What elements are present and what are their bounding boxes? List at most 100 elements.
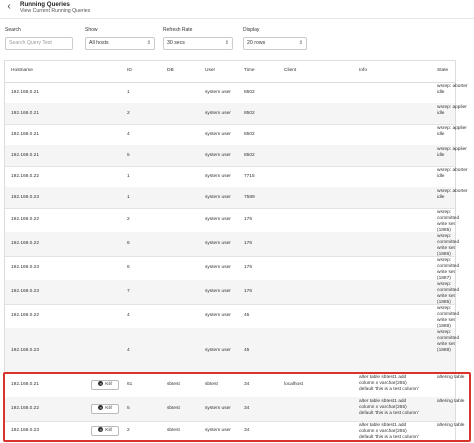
cell-id: 4 — [127, 313, 130, 318]
search-label: Search — [5, 27, 21, 33]
cell-time: 176 — [244, 289, 253, 294]
cell-time: 176 — [244, 217, 253, 222]
filter-bar: Search Search Query Text Show All hosts … — [0, 27, 474, 55]
table-row: 192.168.0.23 1 system user 7589 wsrep: abort… — [5, 187, 468, 209]
col-hostname: Hostname — [11, 68, 33, 73]
cell-user: system user — [205, 131, 231, 137]
cell-hostname: 192.168.0.21 — [11, 152, 40, 158]
refresh-label: Refresh Rate — [163, 27, 193, 33]
table-row: 192.168.0.23 7 system user 176 wsrep: commit… — [5, 280, 459, 305]
col-state: State — [437, 68, 449, 73]
table-row: 192.168.0.21 4 system user 8502 wsrep: appli… — [5, 124, 467, 146]
table-row: 192.168.0.22 2 system user 176 wsrep: commit… — [5, 208, 459, 233]
cell-state: wsrep: applier idle — [437, 147, 467, 158]
display-select-value: 20 rows — [247, 40, 266, 46]
cell-user: system user — [205, 241, 231, 246]
cell-time: 8502 — [244, 110, 255, 116]
table-row: 192.168.0.21 2 system user 8502 wsrep: appli… — [5, 103, 467, 125]
cell-user: system user — [205, 152, 231, 158]
page-subtitle: View Current Running Queries — [20, 8, 91, 14]
cell-time: 176 — [244, 241, 253, 246]
cell-id: 1 — [127, 194, 130, 200]
cell-state: wsrep: committed write set (1888) — [437, 306, 460, 329]
cell-hostname: 192.168.0.22 — [11, 241, 40, 246]
cell-user: system user — [205, 110, 231, 116]
cell-id: 5 — [127, 152, 130, 158]
cell-id: 1 — [127, 89, 130, 95]
cell-state: wsrep: committed write set (1886) — [437, 234, 460, 257]
cell-time: 176 — [244, 265, 253, 270]
cell-hostname: 192.168.0.23 — [11, 289, 40, 294]
show-select[interactable]: All hosts ⇕ — [85, 37, 155, 50]
cell-user: system user — [205, 313, 231, 318]
table-row: 192.168.0.23 4 system user 45 wsrep: committ… — [5, 328, 459, 374]
cell-user: system user — [205, 289, 231, 294]
cell-hostname: 192.168.0.21 — [11, 110, 40, 116]
cell-time: 8502 — [244, 89, 255, 95]
cell-state: wsrep: committed write set (1885) — [437, 210, 460, 233]
page-title: Running Queries — [20, 1, 70, 8]
col-time: Time — [244, 68, 255, 73]
col-db: DB — [167, 68, 174, 73]
cell-hostname: 192.168.0.22 — [11, 173, 40, 179]
cell-state: wsrep: applier idle — [437, 105, 467, 116]
show-select-value: All hosts — [89, 40, 109, 46]
cell-time: 8502 — [244, 131, 255, 137]
cell-state: wsrep: committed write set (1887) — [437, 258, 460, 281]
highlight-box — [3, 372, 471, 442]
cell-time: 7715 — [244, 173, 255, 179]
cell-user: system user — [205, 173, 231, 179]
table-row: 192.168.0.22 4 system user 45 wsrep: committ… — [5, 304, 459, 329]
arrow-left-icon[interactable]: ‹ — [4, 2, 14, 12]
cell-user: system user — [205, 217, 231, 222]
cell-hostname: 192.168.0.22 — [11, 313, 40, 318]
col-client: Client — [284, 68, 297, 73]
col-info: Info — [359, 68, 368, 73]
search-input[interactable]: Search Query Text — [5, 37, 73, 50]
cell-id: 7 — [127, 289, 130, 294]
col-id: ID — [127, 68, 132, 73]
cell-user: system user — [205, 89, 231, 95]
cell-hostname: 192.168.0.21 — [11, 89, 40, 95]
page-header: ‹ Running Queries View Current Running Q… — [0, 0, 474, 19]
cell-hostname: 192.168.0.23 — [11, 347, 40, 353]
cell-id: 6 — [127, 265, 130, 270]
chevron-updown-icon: ⇕ — [146, 40, 151, 46]
cell-id: 2 — [127, 217, 130, 222]
col-user: User — [205, 68, 216, 73]
cell-id: 4 — [127, 131, 130, 137]
cell-state: wsrep: committed write set (1888) — [437, 330, 460, 353]
table-row: 192.168.0.21 1 system user 8502 wsrep: abort… — [5, 82, 468, 104]
cell-id: 1 — [127, 173, 130, 179]
cell-time: 45 — [244, 347, 250, 353]
refresh-select[interactable]: 30 secs ⇕ — [163, 37, 233, 50]
display-label: Display — [243, 27, 260, 33]
cell-hostname: 192.168.0.23 — [11, 265, 40, 270]
cell-hostname: 192.168.0.22 — [11, 217, 40, 222]
display-select[interactable]: 20 rows ⇕ — [243, 37, 307, 50]
table-row: 192.168.0.22 6 system user 176 wsrep: commit… — [5, 232, 459, 257]
cell-id: 4 — [127, 347, 130, 353]
table-row: 192.168.0.23 6 system user 176 wsrep: commit… — [5, 256, 459, 281]
table-row: 192.168.0.21 5 system user 8502 wsrep: appli… — [5, 145, 467, 167]
cell-user: system user — [205, 347, 231, 353]
show-label: Show — [85, 27, 98, 33]
table-header: Hostname ID DB User Time Client Info Sta… — [5, 61, 455, 83]
cell-time: 8502 — [244, 152, 255, 158]
cell-user: system user — [205, 194, 231, 200]
cell-state: wsrep: aborter idle — [437, 189, 468, 200]
cell-time: 45 — [244, 313, 250, 318]
cell-state: wsrep: committed write set (1885) — [437, 282, 460, 305]
cell-state: wsrep: applier idle — [437, 126, 467, 137]
cell-time: 7589 — [244, 194, 255, 200]
cell-state: wsrep: aborter idle — [437, 168, 468, 179]
cell-id: 6 — [127, 241, 130, 246]
cell-state: wsrep: aborter idle — [437, 84, 468, 95]
chevron-updown-icon: ⇕ — [224, 40, 229, 46]
chevron-updown-icon: ⇕ — [298, 40, 303, 46]
cell-hostname: 192.168.0.23 — [11, 194, 40, 200]
refresh-select-value: 30 secs — [167, 40, 185, 46]
cell-user: system user — [205, 265, 231, 270]
cell-id: 2 — [127, 110, 130, 116]
cell-hostname: 192.168.0.21 — [11, 131, 40, 137]
